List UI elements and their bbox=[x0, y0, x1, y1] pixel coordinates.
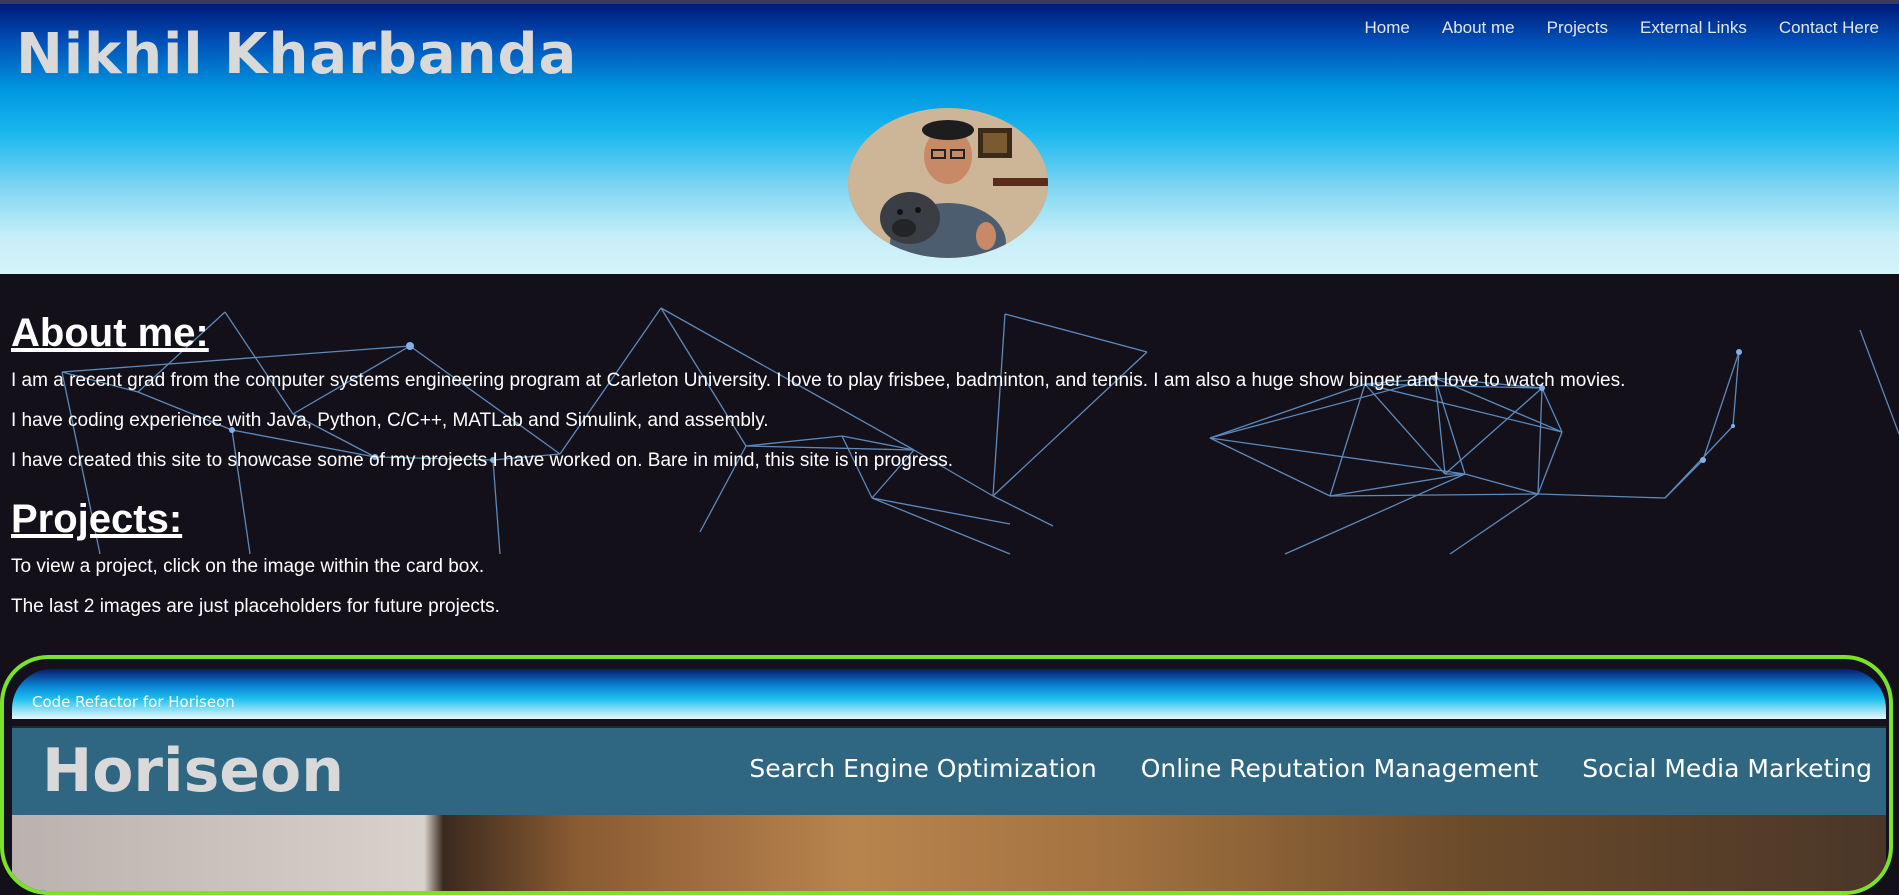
preview-nav-reputation: Online Reputation Management bbox=[1140, 754, 1539, 783]
site-header: Nikhil Kharbanda Home About me Projects … bbox=[0, 4, 1899, 274]
nav-about-me[interactable]: About me bbox=[1442, 18, 1515, 38]
project-preview-image[interactable]: Horiseon Search Engine Optimization Onli… bbox=[12, 726, 1886, 891]
nav-projects[interactable]: Projects bbox=[1547, 18, 1608, 38]
project-card: Code Refactor for Horiseon Horiseon Sear… bbox=[0, 655, 1893, 895]
site-title: Nikhil Kharbanda bbox=[16, 22, 578, 87]
projects-paragraph-2: The last 2 images are just placeholders … bbox=[11, 596, 500, 617]
about-paragraph-1: I am a recent grad from the computer sys… bbox=[11, 370, 1626, 391]
projects-heading: Projects: bbox=[11, 497, 183, 541]
projects-paragraph-1: To view a project, click on the image wi… bbox=[11, 556, 485, 577]
preview-nav-social: Social Media Marketing bbox=[1582, 754, 1872, 783]
profile-photo bbox=[848, 108, 1048, 258]
preview-hero-image bbox=[12, 815, 1886, 891]
card-title: Code Refactor for Horiseon bbox=[32, 693, 235, 711]
nav-contact-here[interactable]: Contact Here bbox=[1779, 18, 1879, 38]
nav-home[interactable]: Home bbox=[1365, 18, 1410, 38]
preview-logo: Horiseon bbox=[42, 736, 344, 806]
preview-nav: Search Engine Optimization Online Reputa… bbox=[749, 754, 1872, 783]
about-heading: About me: bbox=[11, 311, 209, 355]
card-header: Code Refactor for Horiseon bbox=[12, 669, 1886, 719]
nav-external-links[interactable]: External Links bbox=[1640, 18, 1747, 38]
about-paragraph-3: I have created this site to showcase som… bbox=[11, 450, 953, 471]
about-paragraph-2: I have coding experience with Java, Pyth… bbox=[11, 410, 769, 431]
preview-nav-seo: Search Engine Optimization bbox=[749, 754, 1097, 783]
main-content: About me: I am a recent grad from the co… bbox=[11, 305, 1871, 627]
main-nav: Home About me Projects External Links Co… bbox=[1365, 18, 1880, 38]
